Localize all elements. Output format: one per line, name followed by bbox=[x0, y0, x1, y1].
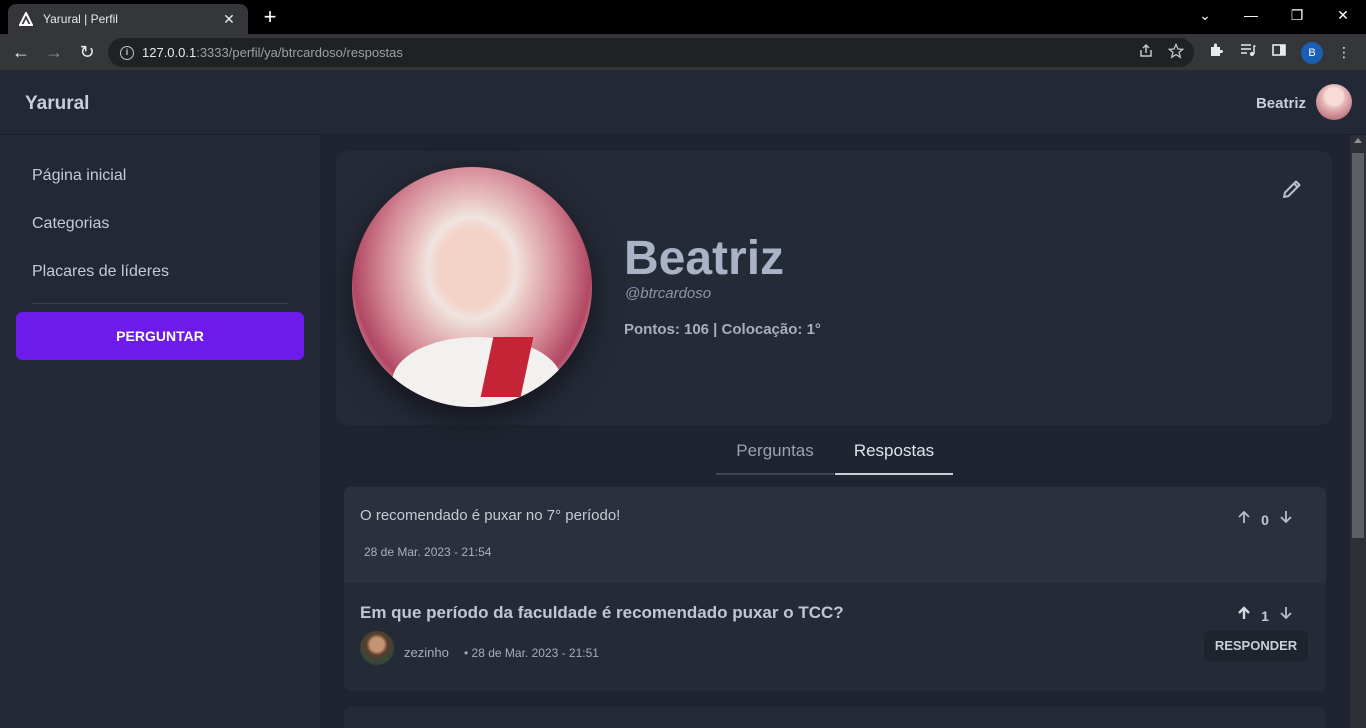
question-title[interactable]: Em que período da faculdade é recomendad… bbox=[360, 603, 844, 623]
question-author-name[interactable]: zezinho bbox=[404, 645, 449, 660]
ask-question-button[interactable]: PERGUNTAR bbox=[16, 312, 304, 360]
sidebar-item-home[interactable]: Página inicial bbox=[32, 167, 126, 185]
sidebar-item-categories[interactable]: Categorias bbox=[32, 215, 109, 233]
answer-text: O recomendado é puxar no 7° período! bbox=[360, 507, 621, 524]
share-icon[interactable] bbox=[1138, 43, 1154, 62]
scroll-thumb[interactable] bbox=[1352, 153, 1364, 538]
answer-date: 28 de Mar. 2023 - 21:54 bbox=[364, 545, 492, 559]
upvote-arrow-icon[interactable] bbox=[1236, 605, 1252, 626]
minimize-button[interactable]: — bbox=[1228, 4, 1274, 28]
scroll-up-arrow-icon[interactable] bbox=[1354, 138, 1362, 143]
profile-name: Beatriz bbox=[624, 232, 785, 285]
back-button[interactable]: ← bbox=[9, 40, 33, 64]
question-date: • 28 de Mar. 2023 - 21:51 bbox=[464, 646, 599, 660]
sidebar-divider bbox=[32, 303, 288, 304]
brand-logo-text[interactable]: Yarural bbox=[25, 93, 89, 115]
browser-tab-strip: Yarural | Perfil ✕ + ⌄ — ❐ ✕ bbox=[0, 0, 1366, 34]
page-scrollbar[interactable] bbox=[1350, 135, 1366, 728]
next-answer-card bbox=[344, 707, 1326, 728]
browser-profile-avatar[interactable]: B bbox=[1301, 42, 1323, 64]
main-content: Beatriz @btrcardoso Pontos: 106 | Coloca… bbox=[320, 135, 1350, 728]
new-tab-button[interactable]: + bbox=[258, 6, 282, 30]
browser-tab[interactable]: Yarural | Perfil ✕ bbox=[8, 4, 248, 34]
tab-title: Yarural | Perfil bbox=[43, 12, 118, 26]
tab-perguntas[interactable]: Perguntas bbox=[716, 433, 834, 475]
question-vote-control: 1 bbox=[1236, 605, 1294, 626]
extensions-puzzle-icon[interactable] bbox=[1206, 42, 1226, 62]
upvote-arrow-icon[interactable] bbox=[1236, 509, 1252, 530]
reply-button[interactable]: RESPONDER bbox=[1204, 631, 1308, 661]
browser-toolbar: ← → ↻ i 127.0.0.1 :3333/perfil/ya/btrcar… bbox=[0, 34, 1366, 71]
answer-card: O recomendado é puxar no 7° período! 28 … bbox=[344, 487, 1326, 583]
close-window-button[interactable]: ✕ bbox=[1320, 4, 1366, 28]
sidebar: Página inicial Categorias Placares de lí… bbox=[0, 135, 320, 728]
profile-handle: @btrcardoso bbox=[625, 285, 712, 302]
answer-vote-count: 0 bbox=[1261, 511, 1269, 528]
site-info-icon[interactable]: i bbox=[120, 45, 134, 60]
profile-stats: Pontos: 106 | Colocação: 1° bbox=[624, 321, 821, 338]
yarural-favicon-icon bbox=[18, 11, 34, 27]
sidebar-item-leaderboards[interactable]: Placares de líderes bbox=[32, 263, 169, 281]
profile-card: Beatriz @btrcardoso Pontos: 106 | Coloca… bbox=[336, 151, 1332, 425]
question-vote-count: 1 bbox=[1261, 607, 1269, 624]
profile-tabs: Perguntas Respostas bbox=[716, 433, 953, 475]
url-host: 127.0.0.1 bbox=[142, 45, 197, 60]
downvote-arrow-icon[interactable] bbox=[1278, 509, 1294, 530]
answer-vote-control: 0 bbox=[1236, 509, 1294, 530]
question-author-avatar[interactable] bbox=[360, 631, 394, 665]
side-panel-icon[interactable] bbox=[1269, 42, 1289, 62]
reload-button[interactable]: ↻ bbox=[75, 40, 99, 64]
downvote-arrow-icon[interactable] bbox=[1278, 605, 1294, 626]
question-card[interactable]: Em que período da faculdade é recomendad… bbox=[344, 583, 1326, 691]
bookmark-star-icon[interactable] bbox=[1167, 42, 1185, 62]
header-user-name[interactable]: Beatriz bbox=[1256, 95, 1306, 112]
address-bar[interactable]: i 127.0.0.1 :3333/perfil/ya/btrcardoso/r… bbox=[108, 38, 1194, 67]
tab-respostas[interactable]: Respostas bbox=[835, 433, 953, 475]
tab-search-icon[interactable]: ⌄ bbox=[1182, 4, 1228, 28]
kebab-menu-icon[interactable]: ⋮ bbox=[1334, 42, 1354, 62]
edit-profile-pencil-icon[interactable] bbox=[1280, 177, 1304, 201]
app-header: Yarural Beatriz bbox=[0, 71, 1366, 135]
profile-photo-shirt bbox=[392, 337, 562, 407]
restore-button[interactable]: ❐ bbox=[1274, 4, 1320, 28]
media-queue-icon[interactable] bbox=[1238, 42, 1258, 62]
forward-button[interactable]: → bbox=[42, 40, 66, 64]
url-path: :3333/perfil/ya/btrcardoso/respostas bbox=[196, 45, 403, 60]
profile-photo bbox=[352, 167, 592, 407]
close-tab-icon[interactable]: ✕ bbox=[220, 11, 238, 28]
header-user-avatar[interactable] bbox=[1316, 84, 1352, 120]
